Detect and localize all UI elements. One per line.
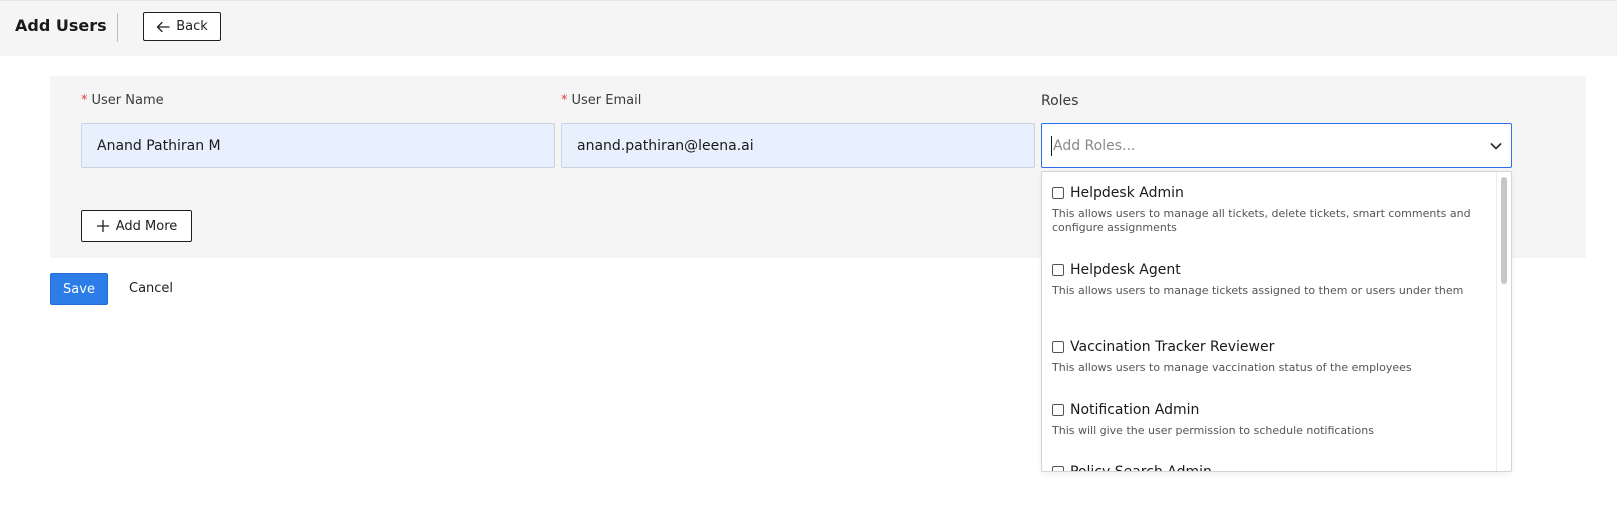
add-more-button[interactable]: Add More: [81, 210, 192, 242]
role-option[interactable]: Helpdesk Agent This allows users to mana…: [1052, 262, 1492, 298]
role-option-description: This will give the user permission to sc…: [1052, 424, 1374, 437]
user-email-label: * User Email: [561, 93, 641, 108]
header-divider: [117, 13, 118, 42]
roles-select[interactable]: Add Roles...: [1041, 123, 1512, 168]
top-bar: Add Users Back: [0, 0, 1617, 56]
role-option-title: Helpdesk Agent: [1070, 262, 1181, 278]
role-option-title: Vaccination Tracker Reviewer: [1070, 339, 1275, 355]
chevron-down-icon[interactable]: [1489, 139, 1503, 153]
role-option-title: Helpdesk Admin: [1070, 185, 1184, 201]
required-marker: *: [81, 93, 88, 108]
role-checkbox[interactable]: [1052, 341, 1064, 353]
required-marker: *: [561, 93, 568, 108]
user-name-label: * User Name: [81, 93, 164, 108]
role-option-title: Notification Admin: [1070, 402, 1200, 418]
text-cursor: [1051, 135, 1052, 156]
role-option[interactable]: Helpdesk Admin This allows users to mana…: [1052, 185, 1492, 235]
role-checkbox[interactable]: [1052, 466, 1064, 471]
add-more-label: Add More: [115, 218, 178, 234]
page-title: Add Users: [15, 16, 107, 35]
scrollbar-thumb[interactable]: [1501, 177, 1507, 284]
role-checkbox[interactable]: [1052, 264, 1064, 276]
role-option[interactable]: Policy Search Admin: [1052, 464, 1492, 472]
role-option-description: This allows users to manage all tickets,…: [1052, 207, 1471, 234]
role-option-description: This allows users to manage vaccination …: [1052, 361, 1412, 374]
user-name-input[interactable]: Anand Pathiran M: [81, 123, 555, 168]
user-name-label-text: User Name: [91, 93, 164, 108]
role-option[interactable]: Notification Admin This will give the us…: [1052, 402, 1492, 438]
plus-icon: [96, 219, 109, 233]
role-checkbox[interactable]: [1052, 187, 1064, 199]
role-checkbox[interactable]: [1052, 404, 1064, 416]
role-option[interactable]: Vaccination Tracker Reviewer This allows…: [1052, 339, 1492, 375]
save-button[interactable]: Save: [50, 273, 108, 305]
role-option-description: This allows users to manage tickets assi…: [1052, 284, 1464, 297]
roles-label: Roles: [1041, 93, 1079, 109]
arrow-left-icon: [157, 21, 170, 32]
cancel-button[interactable]: Cancel: [129, 281, 173, 296]
roles-placeholder: Add Roles...: [1053, 137, 1136, 154]
user-email-input[interactable]: anand.pathiran@leena.ai: [561, 123, 1035, 168]
user-email-label-text: User Email: [571, 93, 642, 108]
role-option-title: Policy Search Admin: [1070, 464, 1212, 472]
back-label: Back: [176, 19, 208, 34]
roles-dropdown-menu: Helpdesk Admin This allows users to mana…: [1041, 171, 1512, 472]
dropdown-scrollbar[interactable]: [1496, 172, 1511, 471]
back-button[interactable]: Back: [143, 12, 221, 41]
